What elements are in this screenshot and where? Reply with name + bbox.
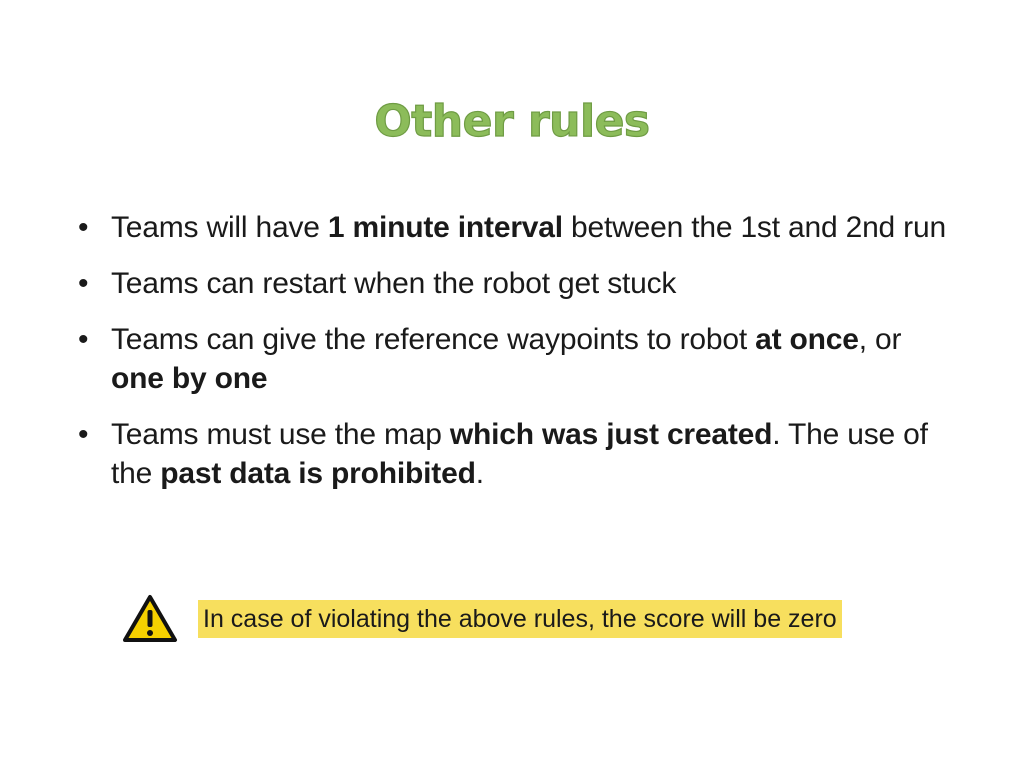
bullet-text: Teams can restart when the robot get stu… <box>111 267 677 300</box>
bullet-list: • Teams will have 1 minute interval betwe… <box>78 208 958 510</box>
warning-callout: In case of violating the above rules, th… <box>122 592 902 646</box>
warning-triangle-icon <box>122 594 178 644</box>
bullet-text: Teams can give the reference waypoints t… <box>111 323 756 356</box>
bullet-marker: • <box>78 323 89 356</box>
slide: Other rules • Teams will have 1 minute in… <box>0 0 1024 768</box>
bullet-emphasis: one by one <box>111 362 268 395</box>
bullet-text: , or <box>858 323 902 356</box>
bullet-item: • Teams can give the reference waypoints … <box>78 320 958 398</box>
bullet-text: Teams must use the map <box>111 418 450 451</box>
bullet-item: • Teams must use the map which was just c… <box>78 415 958 493</box>
bullet-item: • Teams will have 1 minute interval betwe… <box>78 208 958 247</box>
bullet-item: • Teams can restart when the robot get st… <box>78 264 958 303</box>
bullet-emphasis: 1 minute interval <box>327 211 563 244</box>
bullet-emphasis: at once <box>755 323 859 356</box>
bullet-marker: • <box>78 211 89 244</box>
bullet-emphasis: which was just created <box>449 418 773 451</box>
bullet-text: . <box>475 457 484 490</box>
bullet-text: Teams will have <box>111 211 328 244</box>
slide-title: Other rules <box>374 95 651 147</box>
bullet-emphasis: past data is prohibited <box>160 457 476 490</box>
bullet-marker: • <box>78 418 89 451</box>
bullet-marker: • <box>78 267 89 300</box>
bullet-text: between the 1st and 2nd run <box>562 211 946 244</box>
warning-text: In case of violating the above rules, th… <box>198 600 842 638</box>
